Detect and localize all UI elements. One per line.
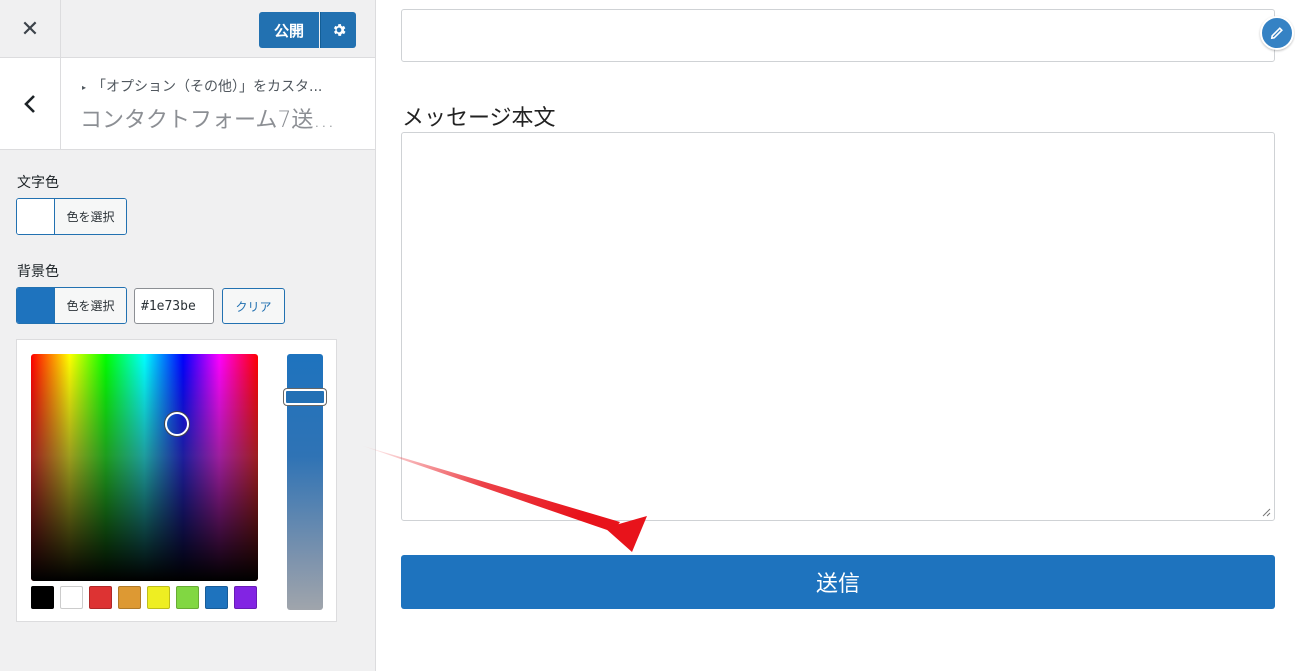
publish-settings-button[interactable] xyxy=(320,12,356,48)
bg-color-label: 背景色 xyxy=(17,264,59,280)
spectrum-handle[interactable] xyxy=(165,412,189,436)
close-button[interactable]: ✕ xyxy=(0,0,61,58)
close-icon: ✕ xyxy=(20,16,40,42)
palette-swatch[interactable] xyxy=(147,586,170,609)
chevron-left-icon xyxy=(24,94,35,113)
palette-swatch[interactable] xyxy=(60,586,83,609)
breadcrumb-marker: ▸ xyxy=(82,82,87,92)
pencil-icon xyxy=(1270,27,1283,40)
palette-swatch[interactable] xyxy=(176,586,199,609)
message-textarea[interactable] xyxy=(401,132,1275,521)
palette-swatch[interactable] xyxy=(89,586,112,609)
color-spectrum[interactable] xyxy=(31,354,258,581)
breadcrumb-text: 「オプション（その他）」をカスタ... xyxy=(92,79,323,95)
back-button[interactable] xyxy=(0,58,61,149)
color-palette xyxy=(31,586,257,609)
bg-color-select-button[interactable]: 色を選択 xyxy=(16,287,127,324)
color-picker xyxy=(16,339,337,622)
customizer-topbar: ✕ 公開 xyxy=(0,0,375,58)
section-title: コンタクトフォーム7送... xyxy=(80,108,335,133)
palette-swatch[interactable] xyxy=(234,586,257,609)
submit-button[interactable]: 送信 xyxy=(401,555,1275,609)
edit-shortcut-button[interactable] xyxy=(1260,16,1294,50)
bg-color-select-label: 色を選択 xyxy=(55,288,126,323)
customizer-sidebar: ✕ 公開 ▸ 「オプション（その他）」をカスタ... コンタクトフォーム7送...… xyxy=(0,0,376,671)
text-color-swatch xyxy=(17,199,55,234)
text-color-label: 文字色 xyxy=(17,175,59,191)
bg-color-swatch xyxy=(17,288,55,323)
breadcrumb: ▸ 「オプション（その他）」をカスタ... xyxy=(82,76,367,96)
text-color-select-label: 色を選択 xyxy=(55,199,126,234)
bg-color-hex-input[interactable] xyxy=(134,288,214,324)
section-header: ▸ 「オプション（その他）」をカスタ... コンタクトフォーム7送... xyxy=(0,58,375,150)
resize-grip-icon[interactable] xyxy=(1261,507,1271,517)
palette-swatch[interactable] xyxy=(205,586,228,609)
message-field-label: メッセージ本文 xyxy=(402,106,556,131)
gear-icon xyxy=(333,24,345,36)
palette-swatch[interactable] xyxy=(31,586,54,609)
lightness-slider-handle[interactable] xyxy=(284,389,326,405)
publish-button[interactable]: 公開 xyxy=(259,12,319,48)
clear-color-button[interactable]: クリア xyxy=(222,288,285,324)
palette-swatch[interactable] xyxy=(118,586,141,609)
text-color-select-button[interactable]: 色を選択 xyxy=(16,198,127,235)
form-input-field[interactable] xyxy=(401,9,1275,62)
